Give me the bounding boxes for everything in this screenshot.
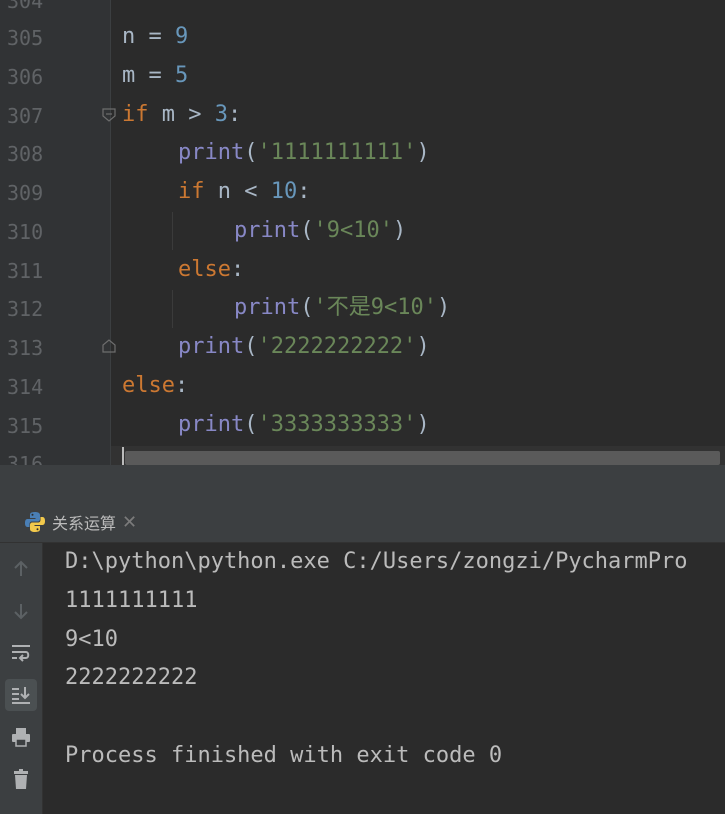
code-line-313: print('2222222222')	[178, 334, 430, 359]
code-line-309: if n < 10:	[178, 179, 311, 204]
line-number: 314	[7, 375, 44, 399]
line-number: 313	[7, 336, 44, 360]
console-line: 1111111111	[65, 588, 198, 613]
code-line-306: m = 5	[122, 63, 189, 88]
line-number-gutter: 304 305 306 307 308 309 310 311 312 313 …	[0, 0, 110, 465]
line-number: 306	[7, 65, 44, 89]
code-line-308: print('1111111111')	[178, 140, 430, 165]
print-icon[interactable]	[5, 721, 37, 753]
line-number: 310	[7, 220, 44, 244]
fold-open-icon[interactable]	[101, 107, 117, 123]
code-line-307: if m > 3:	[122, 102, 242, 127]
text-cursor	[122, 447, 124, 465]
line-number: 312	[7, 297, 44, 321]
line-number: 307	[7, 104, 44, 128]
code-line-311: else:	[178, 257, 245, 282]
soft-wrap-icon[interactable]	[5, 637, 37, 669]
console-line: D:\python\python.exe C:/Users/zongzi/Pyc…	[65, 549, 688, 574]
trash-icon[interactable]	[5, 763, 37, 795]
code-editor[interactable]: 304 305 306 307 308 309 310 311 312 313 …	[0, 0, 725, 465]
close-icon[interactable]: ✕	[122, 512, 137, 533]
line-number: 304	[7, 0, 44, 13]
line-number: 308	[7, 142, 44, 166]
code-line-312: print('不是9<10')	[234, 295, 451, 320]
console-line: 2222222222	[65, 665, 198, 690]
python-icon	[25, 512, 45, 532]
code-line-305: n = 9	[122, 24, 189, 49]
run-toolbar	[0, 543, 43, 814]
line-number: 316	[7, 452, 44, 465]
console-line: 9<10	[65, 627, 118, 652]
run-tab-bar: 关系运算 ✕	[0, 500, 725, 543]
run-tool-window: 关系运算 ✕ D:\python\python.exe C:/Users/zon…	[0, 500, 725, 814]
line-number: 305	[7, 26, 44, 50]
run-tab-label: 关系运算	[52, 514, 117, 533]
horizontal-scrollbar[interactable]	[125, 451, 720, 465]
code-line-314: else:	[122, 373, 189, 398]
indent-guide	[172, 212, 173, 250]
panel-separator	[0, 465, 725, 500]
code-line-315: print('3333333333')	[178, 412, 430, 437]
run-tab[interactable]: 关系运算 ✕	[24, 508, 137, 536]
console-output[interactable]: D:\python\python.exe C:/Users/zongzi/Pyc…	[65, 543, 725, 814]
up-arrow-icon[interactable]	[5, 553, 37, 585]
fold-end-icon[interactable]	[101, 338, 117, 354]
line-number: 311	[7, 259, 44, 283]
indent-guide	[172, 290, 173, 328]
line-number: 309	[7, 181, 44, 205]
scroll-to-end-icon[interactable]	[5, 679, 37, 711]
line-number: 315	[7, 414, 44, 438]
code-line-310: print('9<10')	[234, 218, 407, 243]
down-arrow-icon[interactable]	[5, 595, 37, 627]
console-line: Process finished with exit code 0	[65, 743, 503, 768]
gutter-divider	[110, 0, 111, 465]
